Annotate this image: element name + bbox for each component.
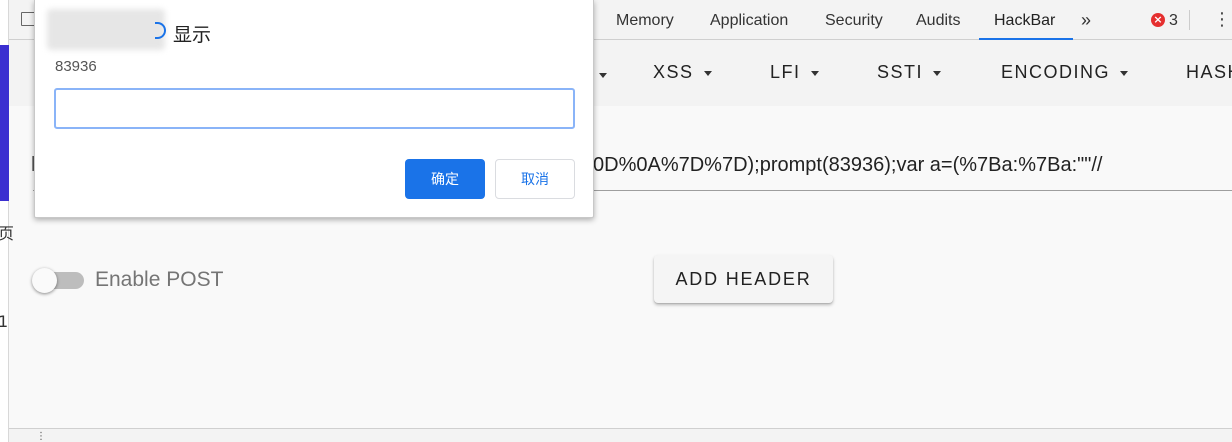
- prompt-dialog: 显示 83936 确定 取消: [34, 0, 594, 218]
- chevron-double-right-icon[interactable]: »: [1081, 0, 1091, 40]
- drawer-handle-icon[interactable]: ⋮: [36, 431, 46, 442]
- menu-label: ENCODING: [1001, 62, 1111, 82]
- tab-application[interactable]: Application: [710, 0, 788, 40]
- prompt-input[interactable]: [54, 88, 575, 129]
- toggle-thumb[interactable]: [32, 268, 57, 293]
- kebab-menu-icon[interactable]: ⋮: [1213, 0, 1231, 40]
- tab-security[interactable]: Security: [825, 0, 883, 40]
- tab-memory[interactable]: Memory: [616, 0, 674, 40]
- menu-lfi[interactable]: LFI: [770, 62, 819, 83]
- error-count[interactable]: 3: [1169, 0, 1178, 40]
- menu-hash[interactable]: HASH: [1186, 62, 1232, 83]
- toolbar-divider: [1189, 10, 1190, 30]
- page-glyph: 1: [0, 312, 9, 331]
- caret-down-icon: [1120, 70, 1129, 76]
- dialog-origin-redacted: [47, 9, 165, 50]
- add-header-button[interactable]: ADD HEADER: [654, 255, 833, 303]
- menu-label: XSS: [653, 62, 694, 82]
- page-banner: [0, 45, 9, 201]
- menu-ssti[interactable]: SSTI: [877, 62, 942, 83]
- screen: 页 1 Memory Application Security Audits H…: [0, 0, 1232, 442]
- dialog-message: 83936: [55, 58, 97, 75]
- caret-down-icon[interactable]: [599, 73, 607, 78]
- enable-post-toggle[interactable]: [32, 268, 84, 293]
- tab-hackbar[interactable]: HackBar: [978, 0, 1074, 40]
- url-input-text[interactable]: 0D%0A%7D%7D);prompt(83936);var a=(%7Ba:%…: [593, 154, 1102, 177]
- caret-down-icon: [810, 70, 819, 76]
- page-glyph: 页: [0, 224, 15, 243]
- enable-post-label: Enable POST: [95, 268, 224, 291]
- caret-down-icon: [703, 70, 712, 76]
- menu-label: SSTI: [877, 62, 924, 82]
- menu-xss[interactable]: XSS: [653, 62, 712, 83]
- menu-label: LFI: [770, 62, 801, 82]
- menu-label: HASH: [1186, 62, 1232, 82]
- caret-down-icon: [933, 70, 942, 76]
- dialog-title: 显示: [173, 24, 212, 46]
- error-icon[interactable]: ×: [1151, 13, 1165, 27]
- page-content-strip: 页 1: [0, 0, 14, 442]
- tab-audits[interactable]: Audits: [916, 0, 960, 40]
- cancel-button[interactable]: 取消: [495, 159, 575, 199]
- ok-button[interactable]: 确定: [405, 159, 485, 199]
- menu-encoding[interactable]: ENCODING: [1001, 62, 1129, 83]
- dock-icon[interactable]: [21, 12, 35, 26]
- bottom-drawer-bar: ⋮: [9, 428, 1232, 442]
